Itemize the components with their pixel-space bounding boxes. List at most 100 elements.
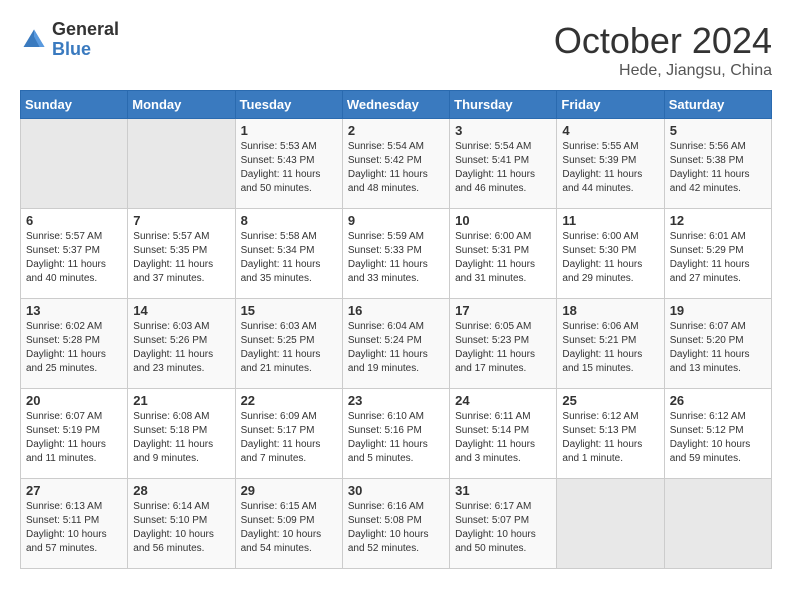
day-info: Sunrise: 6:08 AM Sunset: 5:18 PM Dayligh… — [133, 410, 229, 466]
calendar-cell — [664, 479, 771, 569]
day-number: 20 — [26, 393, 122, 408]
weekday-header: Friday — [557, 91, 664, 119]
calendar-cell: 27Sunrise: 6:13 AM Sunset: 5:11 PM Dayli… — [21, 479, 128, 569]
calendar-cell: 13 Sunrise: 6:02 AM Sunset: 5:28 PM Dayli… — [21, 299, 128, 389]
day-info: Sunrise: 6:05 AM Sunset: 5:23 PM Dayligh… — [455, 320, 551, 376]
logo: General Blue — [20, 20, 119, 60]
logo-blue-text: Blue — [52, 40, 119, 60]
calendar-cell: 10Sunrise: 6:00 AM Sunset: 5:31 PM Dayli… — [450, 209, 557, 299]
calendar-cell: 4Sunrise: 5:55 AM Sunset: 5:39 PM Daylig… — [557, 119, 664, 209]
day-number: 30 — [348, 483, 444, 498]
day-info: Sunrise: 5:58 AM Sunset: 5:34 PM Dayligh… — [241, 230, 337, 286]
day-number: 7 — [133, 213, 229, 228]
calendar-cell: 12 Sunrise: 6:01 AM Sunset: 5:29 PM Dayli… — [664, 209, 771, 299]
calendar-cell — [21, 119, 128, 209]
day-info: Sunrise: 6:14 AM Sunset: 5:10 PM Dayligh… — [133, 500, 229, 556]
weekday-header: Monday — [128, 91, 235, 119]
calendar-week-row: 20 Sunrise: 6:07 AM Sunset: 5:19 PM Dayli… — [21, 389, 772, 479]
day-info: Sunrise: 5:57 AM Sunset: 5:37 PM Dayligh… — [26, 230, 122, 286]
calendar-cell: 25Sunrise: 6:12 AM Sunset: 5:13 PM Dayli… — [557, 389, 664, 479]
day-number: 11 — [562, 213, 658, 228]
day-number: 8 — [241, 213, 337, 228]
weekday-header: Tuesday — [235, 91, 342, 119]
day-number: 2 — [348, 123, 444, 138]
calendar-cell: 9Sunrise: 5:59 AM Sunset: 5:33 PM Daylig… — [342, 209, 449, 299]
day-info: Sunrise: 6:04 AM Sunset: 5:24 PM Dayligh… — [348, 320, 444, 376]
day-number: 26 — [670, 393, 766, 408]
calendar-cell: 20 Sunrise: 6:07 AM Sunset: 5:19 PM Dayli… — [21, 389, 128, 479]
day-number: 27 — [26, 483, 122, 498]
day-number: 18 — [562, 303, 658, 318]
calendar-cell: 11 Sunrise: 6:00 AM Sunset: 5:30 PM Dayli… — [557, 209, 664, 299]
day-info: Sunrise: 5:57 AM Sunset: 5:35 PM Dayligh… — [133, 230, 229, 286]
weekday-header: Wednesday — [342, 91, 449, 119]
weekday-header: Sunday — [21, 91, 128, 119]
calendar-cell: 17 Sunrise: 6:05 AM Sunset: 5:23 PM Dayli… — [450, 299, 557, 389]
calendar-table: SundayMondayTuesdayWednesdayThursdayFrid… — [20, 90, 772, 569]
day-info: Sunrise: 6:03 AM Sunset: 5:25 PM Dayligh… — [241, 320, 337, 376]
weekday-header: Thursday — [450, 91, 557, 119]
calendar-cell: 7 Sunrise: 5:57 AM Sunset: 5:35 PM Daylig… — [128, 209, 235, 299]
day-info: Sunrise: 6:12 AM Sunset: 5:12 PM Dayligh… — [670, 410, 766, 466]
day-number: 16 — [348, 303, 444, 318]
calendar-cell: 30Sunrise: 6:16 AM Sunset: 5:08 PM Dayli… — [342, 479, 449, 569]
calendar-cell: 23 Sunrise: 6:10 AM Sunset: 5:16 PM Dayli… — [342, 389, 449, 479]
day-info: Sunrise: 5:54 AM Sunset: 5:42 PM Dayligh… — [348, 140, 444, 196]
calendar-cell: 8 Sunrise: 5:58 AM Sunset: 5:34 PM Daylig… — [235, 209, 342, 299]
location-title: Hede, Jiangsu, China — [554, 62, 772, 80]
day-number: 25 — [562, 393, 658, 408]
day-number: 13 — [26, 303, 122, 318]
day-info: Sunrise: 6:10 AM Sunset: 5:16 PM Dayligh… — [348, 410, 444, 466]
day-info: Sunrise: 5:55 AM Sunset: 5:39 PM Dayligh… — [562, 140, 658, 196]
day-number: 29 — [241, 483, 337, 498]
calendar-cell: 21 Sunrise: 6:08 AM Sunset: 5:18 PM Dayli… — [128, 389, 235, 479]
calendar-cell: 5 Sunrise: 5:56 AM Sunset: 5:38 PM Daylig… — [664, 119, 771, 209]
day-info: Sunrise: 5:54 AM Sunset: 5:41 PM Dayligh… — [455, 140, 551, 196]
calendar-cell: 28Sunrise: 6:14 AM Sunset: 5:10 PM Dayli… — [128, 479, 235, 569]
day-number: 24 — [455, 393, 551, 408]
day-number: 17 — [455, 303, 551, 318]
logo-icon — [20, 26, 48, 54]
day-info: Sunrise: 6:01 AM Sunset: 5:29 PM Dayligh… — [670, 230, 766, 286]
calendar-cell: 31Sunrise: 6:17 AM Sunset: 5:07 PM Dayli… — [450, 479, 557, 569]
day-number: 6 — [26, 213, 122, 228]
day-number: 19 — [670, 303, 766, 318]
calendar-week-row: 1 Sunrise: 5:53 AM Sunset: 5:43 PM Daylig… — [21, 119, 772, 209]
page-header: General Blue October 2024 Hede, Jiangsu,… — [20, 20, 772, 80]
calendar-cell: 16 Sunrise: 6:04 AM Sunset: 5:24 PM Dayli… — [342, 299, 449, 389]
day-number: 12 — [670, 213, 766, 228]
calendar-cell: 6 Sunrise: 5:57 AM Sunset: 5:37 PM Daylig… — [21, 209, 128, 299]
day-info: Sunrise: 6:06 AM Sunset: 5:21 PM Dayligh… — [562, 320, 658, 376]
calendar-cell: 26 Sunrise: 6:12 AM Sunset: 5:12 PM Dayli… — [664, 389, 771, 479]
logo-general-text: General — [52, 20, 119, 40]
day-info: Sunrise: 6:00 AM Sunset: 5:30 PM Dayligh… — [562, 230, 658, 286]
title-block: October 2024 Hede, Jiangsu, China — [554, 20, 772, 80]
calendar-cell: 18 Sunrise: 6:06 AM Sunset: 5:21 PM Dayli… — [557, 299, 664, 389]
calendar-cell: 15Sunrise: 6:03 AM Sunset: 5:25 PM Dayli… — [235, 299, 342, 389]
calendar-cell: 19Sunrise: 6:07 AM Sunset: 5:20 PM Dayli… — [664, 299, 771, 389]
day-number: 23 — [348, 393, 444, 408]
day-info: Sunrise: 6:02 AM Sunset: 5:28 PM Dayligh… — [26, 320, 122, 376]
calendar-cell: 14 Sunrise: 6:03 AM Sunset: 5:26 PM Dayli… — [128, 299, 235, 389]
day-info: Sunrise: 6:00 AM Sunset: 5:31 PM Dayligh… — [455, 230, 551, 286]
day-number: 3 — [455, 123, 551, 138]
calendar-cell: 22Sunrise: 6:09 AM Sunset: 5:17 PM Dayli… — [235, 389, 342, 479]
month-title: October 2024 — [554, 20, 772, 62]
day-number: 5 — [670, 123, 766, 138]
day-number: 21 — [133, 393, 229, 408]
calendar-cell: 2 Sunrise: 5:54 AM Sunset: 5:42 PM Daylig… — [342, 119, 449, 209]
day-info: Sunrise: 6:11 AM Sunset: 5:14 PM Dayligh… — [455, 410, 551, 466]
calendar-week-row: 27Sunrise: 6:13 AM Sunset: 5:11 PM Dayli… — [21, 479, 772, 569]
day-info: Sunrise: 6:17 AM Sunset: 5:07 PM Dayligh… — [455, 500, 551, 556]
day-number: 14 — [133, 303, 229, 318]
day-info: Sunrise: 6:07 AM Sunset: 5:19 PM Dayligh… — [26, 410, 122, 466]
day-info: Sunrise: 5:53 AM Sunset: 5:43 PM Dayligh… — [241, 140, 337, 196]
day-number: 1 — [241, 123, 337, 138]
day-info: Sunrise: 6:03 AM Sunset: 5:26 PM Dayligh… — [133, 320, 229, 376]
day-info: Sunrise: 6:15 AM Sunset: 5:09 PM Dayligh… — [241, 500, 337, 556]
calendar-header-row: SundayMondayTuesdayWednesdayThursdayFrid… — [21, 91, 772, 119]
calendar-week-row: 6 Sunrise: 5:57 AM Sunset: 5:37 PM Daylig… — [21, 209, 772, 299]
calendar-cell: 3 Sunrise: 5:54 AM Sunset: 5:41 PM Daylig… — [450, 119, 557, 209]
day-info: Sunrise: 5:56 AM Sunset: 5:38 PM Dayligh… — [670, 140, 766, 196]
calendar-cell: 24 Sunrise: 6:11 AM Sunset: 5:14 PM Dayli… — [450, 389, 557, 479]
